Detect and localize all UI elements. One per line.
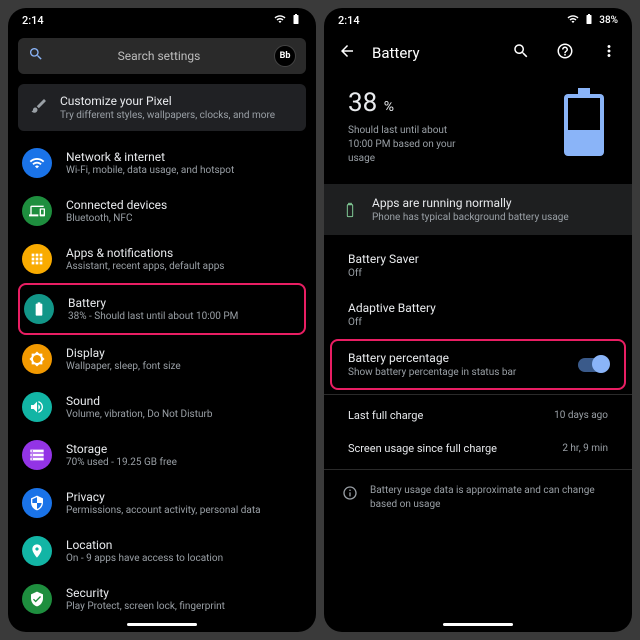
settings-main-screen: 2:14 Search settings Bb Customize your P… [8,8,316,632]
status-time: 2:14 [22,14,44,27]
battery-header: Battery [324,32,632,74]
battery-summary: 38 % Should last until about 10:00 PM ba… [324,74,632,184]
settings-row-battery[interactable]: Battery 38% - Should last until about 10… [18,283,306,335]
row-title: Battery [68,296,238,310]
apps-icon [22,244,52,274]
apps-running-card[interactable]: Apps are running normally Phone has typi… [324,184,632,235]
wifi-icon [22,148,52,178]
row-title: Storage [66,442,177,456]
battery-settings-screen: 2:14 38% Battery 38 % Should last until … [324,8,632,632]
row-sub: Assistant, recent apps, default apps [66,261,224,272]
last-full-charge-row[interactable]: Last full charge 10 days ago [324,399,632,432]
battery-estimate: Should last until about 10:00 PM based o… [348,124,468,166]
row-sub: On - 9 apps have access to location [66,553,223,564]
display-icon [22,344,52,374]
privacy-icon [22,488,52,518]
settings-row-privacy[interactable]: Privacy Permissions, account activity, p… [18,479,306,527]
apps-running-title: Apps are running normally [372,196,569,210]
location-icon [22,536,52,566]
battery-ok-icon [342,200,358,220]
row-sub: 38% - Should last until about 10:00 PM [68,311,238,322]
divider [324,469,632,470]
settings-row-storage[interactable]: Storage 70% used - 19.25 GB free [18,431,306,479]
row-title: Security [66,586,225,600]
more-icon[interactable] [600,42,618,64]
settings-row-display[interactable]: Display Wallpaper, sleep, font size [18,335,306,383]
search-settings-bar[interactable]: Search settings Bb [18,38,306,74]
sound-icon [22,392,52,422]
search-placeholder: Search settings [44,49,274,63]
settings-row-devices[interactable]: Connected devices Bluetooth, NFC [18,187,306,235]
brush-icon [30,97,48,119]
nav-bar[interactable] [8,616,316,632]
settings-list: Network & internet Wi-Fi, mobile, data u… [8,139,316,616]
battery-pct-text: 38% [599,15,618,26]
security-icon [22,584,52,614]
battery-large-icon [560,88,608,166]
page-title: Battery [372,44,486,62]
battery-saver-row[interactable]: Battery Saver Off [324,241,632,290]
settings-row-wifi[interactable]: Network & internet Wi-Fi, mobile, data u… [18,139,306,187]
row-title: Apps & notifications [66,246,224,260]
status-bar: 2:14 [8,8,316,32]
settings-row-apps[interactable]: Apps & notifications Assistant, recent a… [18,235,306,283]
info-icon [342,485,358,501]
row-sub: Play Protect, screen lock, fingerprint [66,601,225,612]
profile-avatar[interactable]: Bb [274,45,296,67]
row-title: Sound [66,394,213,408]
back-arrow-icon[interactable] [338,42,356,64]
divider [324,394,632,395]
settings-row-location[interactable]: Location On - 9 apps have access to loca… [18,527,306,575]
help-icon[interactable] [556,42,574,64]
row-title: Network & internet [66,150,234,164]
customize-pixel-card[interactable]: Customize your Pixel Try different style… [18,84,306,131]
settings-row-sound[interactable]: Sound Volume, vibration, Do Not Disturb [18,383,306,431]
battery-pct-big: 38 % [348,88,468,118]
row-sub: Wallpaper, sleep, font size [66,361,181,372]
screen-usage-row[interactable]: Screen usage since full charge 2 hr, 9 m… [324,432,632,465]
row-sub: Wi-Fi, mobile, data usage, and hotspot [66,165,234,176]
devices-icon [22,196,52,226]
wifi-icon [274,13,286,28]
customize-title: Customize your Pixel [60,94,275,108]
row-sub: Bluetooth, NFC [66,213,167,224]
adaptive-battery-row[interactable]: Adaptive Battery Off [324,290,632,339]
search-icon[interactable] [512,42,530,64]
row-title: Privacy [66,490,261,504]
search-icon [28,46,44,66]
battery-percentage-row[interactable]: Battery percentage Show battery percenta… [330,339,626,390]
customize-sub: Try different styles, wallpapers, clocks… [60,110,275,121]
row-sub: Permissions, account activity, personal … [66,505,261,516]
status-bar: 2:14 38% [324,8,632,32]
row-title: Location [66,538,223,552]
battery-icon [24,294,54,324]
battery-icon [583,13,595,28]
row-sub: 70% used - 19.25 GB free [66,457,177,468]
storage-icon [22,440,52,470]
apps-running-sub: Phone has typical background battery usa… [372,212,569,223]
row-sub: Volume, vibration, Do Not Disturb [66,409,213,420]
row-title: Connected devices [66,198,167,212]
row-title: Display [66,346,181,360]
wifi-icon [567,13,579,28]
nav-bar[interactable] [324,616,632,632]
status-time: 2:14 [338,14,360,27]
battery-footnote: Battery usage data is approximate and ca… [324,474,632,522]
battery-percentage-toggle[interactable] [578,358,608,372]
settings-row-security[interactable]: Security Play Protect, screen lock, fing… [18,575,306,616]
battery-icon [290,13,302,28]
